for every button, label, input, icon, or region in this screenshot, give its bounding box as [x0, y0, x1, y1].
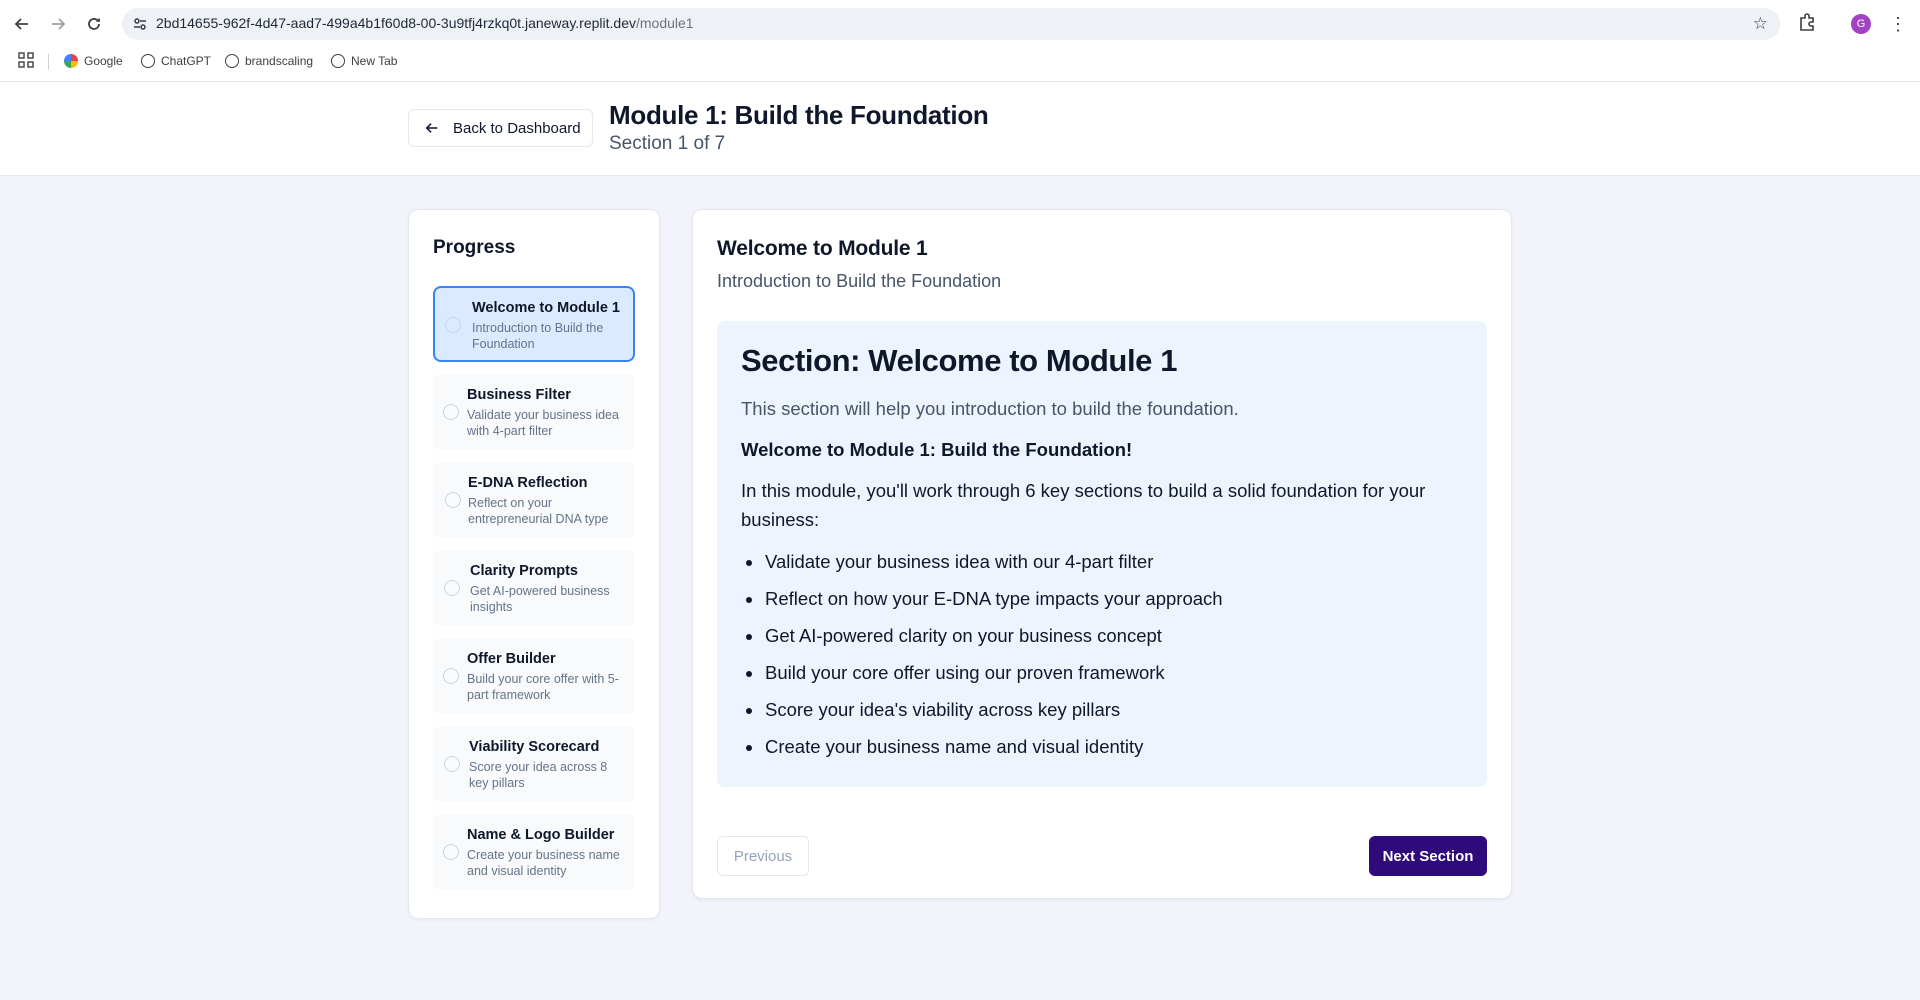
chatgpt-icon: [141, 54, 155, 68]
section-card-title: Welcome to Module 1: [717, 237, 928, 260]
back-to-dashboard-button[interactable]: Back to Dashboard: [408, 109, 593, 147]
next-section-button[interactable]: Next Section: [1369, 836, 1487, 876]
step-description: Get AI-powered business insights: [470, 584, 610, 614]
list-item: Reflect on how your E-DNA type impacts y…: [741, 587, 1465, 624]
apps-grid-icon[interactable]: [18, 52, 34, 68]
bookmark-label: brandscaling: [245, 54, 314, 68]
address-bar-row: 2bd14655-962f-4d47-aad7-499a4b1f60d8-00-…: [0, 0, 1920, 48]
step-status-circle-icon: [444, 756, 460, 772]
section-body: Section: Welcome to Module 1 This sectio…: [717, 321, 1487, 787]
previous-button[interactable]: Previous: [717, 836, 809, 876]
bookmark-brandscaling[interactable]: brandscaling: [225, 52, 313, 70]
step-status-circle-icon: [443, 844, 459, 860]
section-heading: Section: Welcome to Module 1: [741, 343, 1178, 378]
extensions-icon[interactable]: [1797, 12, 1821, 36]
step-title: Name & Logo Builder: [467, 827, 615, 843]
step-description: Validate your business idea with 4-part …: [467, 408, 619, 438]
step-description: Create your business name and visual ide…: [467, 848, 620, 878]
bookmark-label: Google: [84, 54, 123, 68]
step-status-circle-icon: [445, 317, 461, 333]
progress-step-edna-reflection[interactable]: E-DNA Reflection Reflect on your entrepr…: [433, 462, 635, 538]
bookmark-chatgpt[interactable]: ChatGPT: [141, 52, 211, 70]
address-bar[interactable]: 2bd14655-962f-4d47-aad7-499a4b1f60d8-00-…: [122, 8, 1780, 40]
section-bullet-list: Validate your business idea with our 4-p…: [741, 550, 1465, 772]
more-menu-icon[interactable]: ⋮: [1889, 12, 1907, 36]
section-counter: Section 1 of 7: [609, 133, 726, 154]
progress-title: Progress: [433, 237, 516, 258]
module-header: Back to Dashboard Module 1: Build the Fo…: [0, 82, 1920, 176]
bookmark-google[interactable]: Google: [64, 52, 123, 70]
bookmark-label: New Tab: [351, 54, 398, 68]
step-description: Introduction to Build the Foundation: [472, 321, 604, 351]
bookmark-star-icon[interactable]: ☆: [1753, 14, 1768, 34]
globe-icon: [225, 54, 239, 68]
list-item: Get AI-powered clarity on your business …: [741, 624, 1465, 661]
step-title: E-DNA Reflection: [468, 475, 588, 491]
step-description: Build your core offer with 5-part framew…: [467, 672, 619, 702]
google-icon: [64, 54, 78, 68]
section-content-card: Welcome to Module 1 Introduction to Buil…: [692, 209, 1512, 899]
bookmark-new-tab[interactable]: New Tab: [331, 52, 397, 70]
step-title: Welcome to Module 1: [472, 300, 620, 316]
back-arrow-icon[interactable]: [10, 12, 34, 36]
step-status-circle-icon: [444, 580, 460, 596]
step-title: Viability Scorecard: [469, 739, 600, 755]
list-item: Create your business name and visual ide…: [741, 735, 1465, 772]
list-item: Score your idea's viability across key p…: [741, 698, 1465, 735]
progress-step-name-logo-builder[interactable]: Name & Logo Builder Create your business…: [433, 814, 635, 890]
progress-step-business-filter[interactable]: Business Filter Validate your business i…: [433, 374, 635, 450]
arrow-left-icon: [425, 123, 438, 133]
progress-sidebar: Progress Welcome to Module 1 Introductio…: [408, 209, 660, 919]
globe-icon: [331, 54, 345, 68]
progress-step-offer-builder[interactable]: Offer Builder Build your core offer with…: [433, 638, 635, 714]
progress-step-viability-scorecard[interactable]: Viability Scorecard Score your idea acro…: [433, 726, 635, 802]
site-settings-icon[interactable]: [132, 16, 148, 32]
step-status-circle-icon: [443, 404, 459, 420]
bookmarks-divider: [48, 54, 49, 70]
step-title: Business Filter: [467, 387, 571, 403]
intro-paragraph: In this module, you'll work through 6 ke…: [741, 480, 1426, 530]
section-description: This section will help you introduction …: [741, 398, 1239, 419]
step-description: Reflect on your entrepreneurial DNA type: [468, 496, 609, 526]
step-status-circle-icon: [445, 492, 461, 508]
url-path: /module1: [635, 15, 694, 31]
url-host: 2bd14655-962f-4d47-aad7-499a4b1f60d8-00-…: [156, 15, 636, 31]
progress-step-clarity-prompts[interactable]: Clarity Prompts Get AI-powered business …: [433, 550, 635, 626]
url-text: 2bd14655-962f-4d47-aad7-499a4b1f60d8-00-…: [156, 15, 694, 31]
step-title: Offer Builder: [467, 651, 556, 667]
browser-chrome: 2bd14655-962f-4d47-aad7-499a4b1f60d8-00-…: [0, 0, 1920, 82]
reload-icon[interactable]: [82, 12, 106, 36]
progress-step-welcome[interactable]: Welcome to Module 1 Introduction to Buil…: [433, 286, 635, 362]
step-description: Score your idea across 8 key pillars: [469, 760, 608, 790]
welcome-line: Welcome to Module 1: Build the Foundatio…: [741, 439, 1133, 460]
page-title: Module 1: Build the Foundation: [609, 100, 989, 130]
bookmark-label: ChatGPT: [161, 54, 212, 68]
forward-arrow-icon[interactable]: [46, 12, 70, 36]
profile-avatar[interactable]: G: [1851, 14, 1871, 34]
step-title: Clarity Prompts: [470, 563, 578, 579]
list-item: Validate your business idea with our 4-p…: [741, 550, 1465, 587]
list-item: Build your core offer using our proven f…: [741, 661, 1465, 698]
section-card-subtitle: Introduction to Build the Foundation: [717, 271, 1002, 291]
back-button-label: Back to Dashboard: [453, 119, 581, 137]
step-status-circle-icon: [443, 668, 459, 684]
